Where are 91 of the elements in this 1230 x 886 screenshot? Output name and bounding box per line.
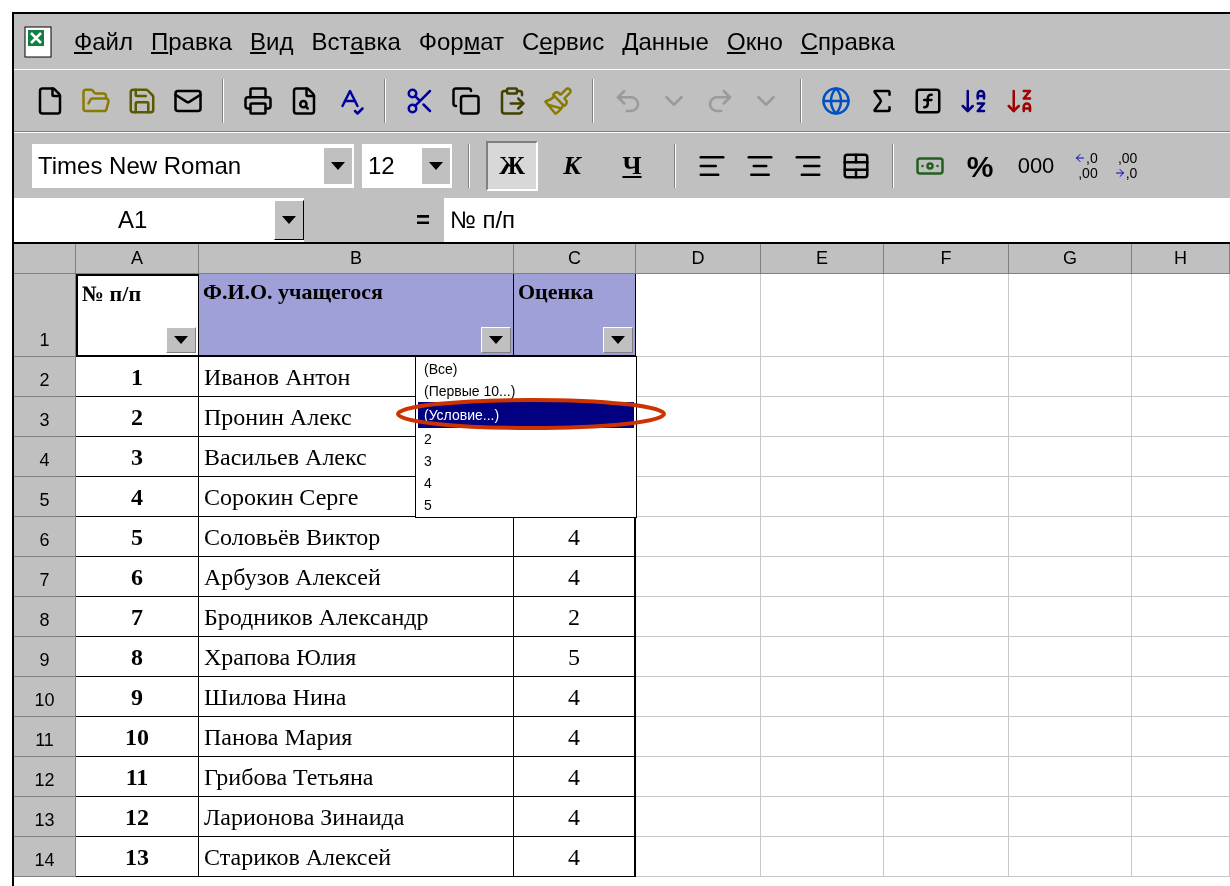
table-cell: Бродников Александр — [199, 597, 514, 637]
table-cell: 13 — [76, 837, 199, 877]
row-header[interactable]: 1 — [14, 274, 76, 357]
table-cell: Ларионова Зинаида — [199, 797, 514, 837]
decimal-button[interactable]: ,0 ,00 — [1070, 150, 1102, 181]
column-header[interactable]: B — [199, 244, 514, 274]
table-cell: 10 — [76, 717, 199, 757]
column-header[interactable]: H — [1132, 244, 1230, 274]
menu-item[interactable]: Файл — [74, 23, 133, 60]
column-header[interactable]: D — [636, 244, 761, 274]
filter-button[interactable] — [481, 327, 511, 353]
table-cell: 2 — [514, 597, 636, 637]
table-cell: Арбузов Алексей — [199, 557, 514, 597]
table-cell: 2 — [76, 397, 199, 437]
font-name: Times New Roman — [38, 150, 242, 181]
equals-sign: = — [416, 205, 430, 235]
text-style-button[interactable]: К — [546, 140, 598, 191]
menu-item[interactable]: Формат — [418, 23, 504, 60]
row-header[interactable]: 4 — [14, 437, 76, 477]
header-text: Ф.И.О. учащегося — [203, 279, 383, 304]
table-cell: 4 — [514, 677, 636, 717]
table-cell: Шилова Нина — [199, 677, 514, 717]
table-cell: 4 — [514, 837, 636, 877]
filter-button[interactable] — [603, 327, 633, 353]
row-header[interactable]: 7 — [14, 557, 76, 597]
dropdown-arrow-icon — [282, 216, 296, 224]
row-header[interactable]: 3 — [14, 397, 76, 437]
column-header[interactable]: C — [514, 244, 636, 274]
dropdown-arrow-icon — [429, 161, 443, 170]
menu-item[interactable]: Справка — [800, 23, 895, 60]
text-style-button[interactable]: Ч — [606, 140, 658, 191]
arrow-icon — [1113, 167, 1126, 179]
font-size-value: 12 — [368, 150, 395, 181]
row-header[interactable]: 6 — [14, 517, 76, 557]
formula-input[interactable]: № п/п — [444, 198, 1230, 242]
table-cell: 12 — [76, 797, 199, 837]
table-cell: 6 — [76, 557, 199, 597]
row-header[interactable]: 8 — [14, 597, 76, 637]
dropdown-button[interactable] — [274, 200, 304, 240]
row-header[interactable]: 11 — [14, 717, 76, 757]
table-cell: 7 — [76, 597, 199, 637]
dropdown-button[interactable] — [324, 147, 352, 184]
row-header[interactable]: 9 — [14, 637, 76, 677]
column-header[interactable]: A — [76, 244, 199, 274]
row-header[interactable]: 10 — [14, 677, 76, 717]
menu-item[interactable]: Вид — [250, 23, 294, 60]
table-cell: Стариков Алексей — [199, 837, 514, 877]
table-cell: 1 — [76, 357, 199, 397]
table-cell: 4 — [514, 797, 636, 837]
table-cell: 4 — [514, 717, 636, 757]
row-header[interactable]: 14 — [14, 837, 76, 877]
menu-item[interactable]: Правка — [151, 23, 233, 60]
header-text: Оценка — [518, 279, 594, 304]
table-cell: 3 — [76, 437, 199, 477]
menu-item[interactable]: Данные — [622, 23, 709, 60]
name-box[interactable]: A1 — [14, 198, 304, 242]
table-cell: 5 — [76, 517, 199, 557]
dropdown-arrow-icon — [611, 336, 625, 344]
row-header[interactable]: 5 — [14, 477, 76, 517]
table-cell: 8 — [76, 637, 199, 677]
header-text: № п/п — [82, 281, 142, 306]
percent-button[interactable]: % — [958, 143, 1002, 188]
menu-item[interactable]: Вставка — [311, 23, 401, 60]
dropdown-arrow-icon — [489, 336, 503, 344]
row-header[interactable]: 13 — [14, 797, 76, 837]
table-cell: 9 — [76, 677, 199, 717]
filter-button[interactable] — [166, 327, 196, 353]
dropdown-arrow-icon — [174, 336, 188, 344]
font-size-select[interactable]: 12 — [362, 143, 452, 188]
column-header[interactable]: E — [761, 244, 884, 274]
table-cell: Грибова Тетьяна — [199, 757, 514, 797]
table-cell: Панова Мария — [199, 717, 514, 757]
table-cell: 4 — [514, 757, 636, 797]
arrow-icon — [1074, 152, 1086, 164]
font-select[interactable]: Times New Roman — [32, 143, 354, 188]
thousands-button[interactable]: 000 — [1010, 143, 1062, 188]
menu-item[interactable]: Сервис — [522, 23, 605, 60]
text-style-button[interactable]: Ж — [486, 140, 538, 191]
dropdown-arrow-icon — [331, 161, 345, 170]
decimal-button[interactable]: ,00 ,0 — [1109, 150, 1142, 181]
table-cell: 5 — [514, 637, 636, 677]
table-cell: 4 — [76, 477, 199, 517]
table-cell: 11 — [76, 757, 199, 797]
column-header[interactable]: F — [884, 244, 1009, 274]
dropdown-button[interactable] — [422, 147, 450, 184]
table-cell: 4 — [514, 557, 636, 597]
table-cell: Храпова Юлия — [199, 637, 514, 677]
row-header[interactable]: 12 — [14, 757, 76, 797]
column-header[interactable]: G — [1009, 244, 1132, 274]
row-header[interactable]: 2 — [14, 357, 76, 397]
menu-item[interactable]: Окно — [726, 23, 783, 60]
